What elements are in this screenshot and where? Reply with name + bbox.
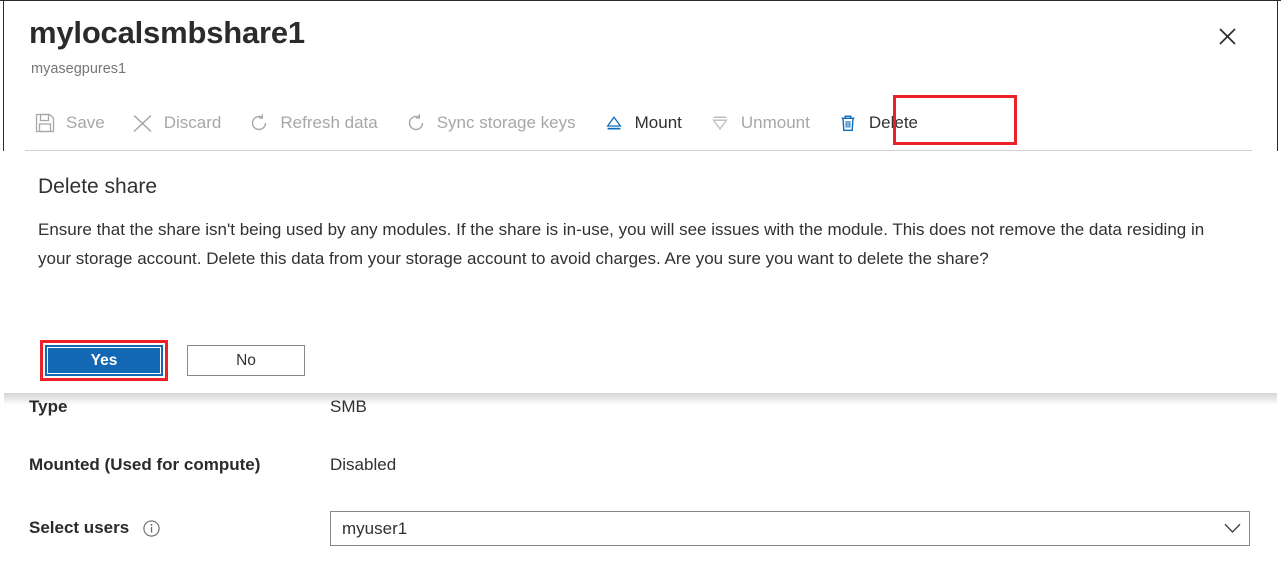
toolbar-unmount-label: Unmount: [741, 113, 810, 133]
save-floppy-icon: [33, 111, 57, 135]
dialog-title: Delete share: [38, 174, 157, 200]
form-label-type: Type: [29, 396, 67, 418]
form-row-type: Type SMB: [0, 396, 1281, 436]
toolbar-sync-storage-keys-label: Sync storage keys: [437, 113, 576, 133]
yes-button[interactable]: Yes: [45, 345, 163, 376]
dialog-button-row: Yes No: [45, 345, 305, 376]
toolbar-mount-label: Mount: [635, 113, 682, 133]
toolbar-refresh-data-button[interactable]: Refresh data: [247, 101, 377, 145]
toolbar-unmount-button[interactable]: Unmount: [708, 101, 810, 145]
toolbar-delete-label: Delete: [869, 113, 918, 133]
form-value-type: SMB: [330, 396, 367, 418]
command-toolbar: Save Discard Refresh data: [0, 98, 1281, 148]
toolbar-discard-button[interactable]: Discard: [131, 101, 222, 145]
discard-x-icon: [131, 111, 155, 135]
page-subtitle: myasegpures1: [31, 60, 126, 78]
page-title: mylocalsmbshare1: [29, 14, 305, 52]
form-value-mounted: Disabled: [330, 454, 396, 476]
select-users-dropdown[interactable]: myuser1: [330, 511, 1250, 546]
info-icon[interactable]: [143, 520, 160, 537]
toolbar-discard-label: Discard: [164, 113, 222, 133]
chevron-down-icon: [1215, 523, 1249, 534]
delete-trash-icon: [836, 111, 860, 135]
refresh-icon: [247, 111, 271, 135]
toolbar-refresh-data-label: Refresh data: [280, 113, 377, 133]
azure-share-blade: mylocalsmbshare1 myasegpures1 Save: [0, 0, 1281, 587]
toolbar-sync-storage-keys-button[interactable]: Sync storage keys: [404, 101, 576, 145]
blade-header: mylocalsmbshare1 myasegpures1: [0, 0, 1281, 95]
toolbar-save-button[interactable]: Save: [33, 101, 105, 145]
toolbar-save-label: Save: [66, 113, 105, 133]
form-label-select-users: Select users: [29, 517, 160, 539]
unmount-icon: [708, 111, 732, 135]
toolbar-mount-button[interactable]: Mount: [602, 101, 682, 145]
sync-icon: [404, 111, 428, 135]
toolbar-delete-button[interactable]: Delete: [836, 101, 918, 145]
select-users-value: myuser1: [331, 519, 1215, 539]
close-icon[interactable]: [1212, 21, 1242, 51]
form-label-mounted: Mounted (Used for compute): [29, 454, 260, 476]
select-users-label-text: Select users: [29, 518, 129, 537]
dialog-body-text: Ensure that the share isn't being used b…: [38, 216, 1238, 273]
delete-share-dialog: Delete share Ensure that the share isn't…: [4, 152, 1277, 393]
mount-eject-icon: [602, 111, 626, 135]
form-row-mounted: Mounted (Used for compute) Disabled: [0, 454, 1281, 494]
no-button[interactable]: No: [187, 345, 305, 376]
